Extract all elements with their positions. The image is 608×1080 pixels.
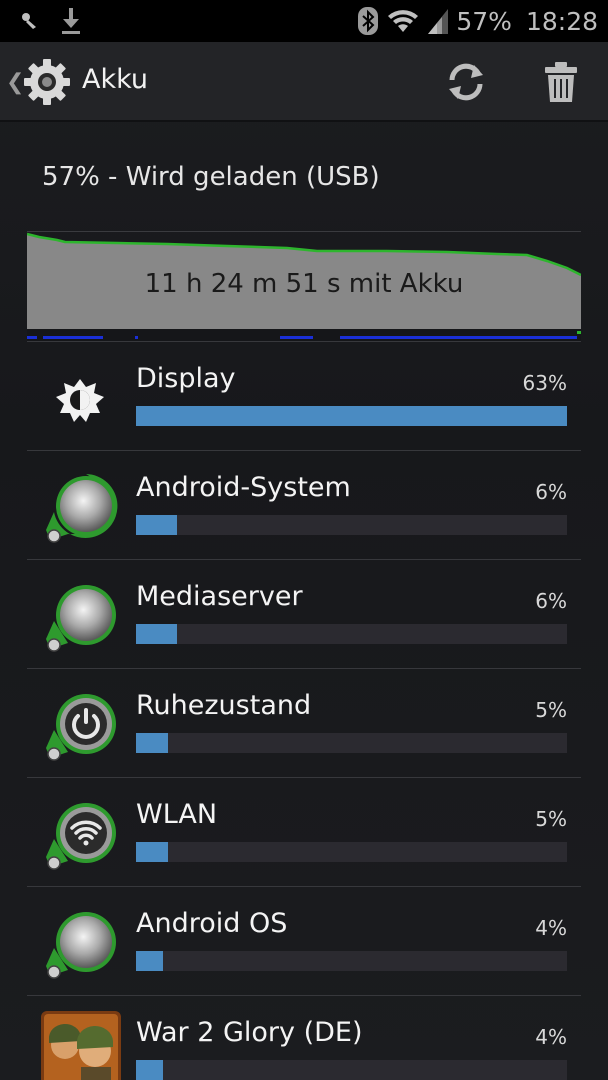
battery-history-graph[interactable]: 11 h 24 m 51 s mit Akku: [26, 231, 582, 342]
usage-bar-fill: [136, 951, 164, 971]
battery-percent: 57%: [456, 6, 512, 36]
usage-bar: [136, 1060, 567, 1080]
app-name: Ruhezustand: [136, 690, 312, 721]
trash-icon[interactable]: [543, 60, 579, 104]
download-icon: [62, 8, 80, 34]
android-os-icon: [46, 912, 116, 979]
app-name: Android OS: [136, 908, 288, 939]
bluetooth-icon: [358, 7, 379, 35]
status-bar: 57% 18:28: [0, 0, 608, 42]
list-item-wlan[interactable]: WLAN 5%: [0, 777, 608, 886]
list-item-android-system[interactable]: Android-System 6%: [0, 450, 608, 559]
app-percent: 5%: [535, 698, 567, 722]
page-title: Akku: [82, 64, 149, 95]
row-divider: [27, 886, 581, 887]
list-item-android-os[interactable]: Android OS 4%: [0, 886, 608, 995]
row-divider: [27, 559, 581, 560]
app-name: Android-System: [136, 472, 351, 503]
settings-gear-icon[interactable]: [22, 57, 72, 107]
brightness-icon: [56, 379, 104, 422]
app-percent: 6%: [535, 480, 567, 504]
app-name: War 2 Glory (DE): [136, 1017, 363, 1048]
usage-bar-fill: [136, 406, 567, 426]
usage-bar-fill: [136, 842, 169, 862]
usage-bar: [136, 951, 567, 971]
app-name: Display: [136, 363, 236, 394]
row-divider: [27, 668, 581, 669]
list-item-display[interactable]: Display 63%: [0, 341, 608, 450]
list-item-war-2-glory[interactable]: War 2 Glory (DE) 4%: [0, 995, 608, 1080]
app-percent: 63%: [522, 371, 567, 395]
game-icon: [41, 1011, 121, 1080]
usage-bar-fill: [136, 733, 169, 753]
usage-bar-fill: [136, 1060, 164, 1080]
charge-status: 57% - Wird geladen (USB): [42, 162, 380, 192]
wifi-icon: [388, 10, 419, 32]
usage-bar: [136, 842, 567, 862]
action-bar: ❮ Akku: [0, 42, 608, 122]
refresh-icon[interactable]: [444, 60, 488, 104]
row-divider: [27, 995, 581, 996]
row-divider: [27, 450, 581, 451]
app-name: Mediaserver: [136, 581, 303, 612]
list-item-mediaserver[interactable]: Mediaserver 6%: [0, 559, 608, 668]
row-divider: [27, 341, 581, 342]
graph-time-label: 11 h 24 m 51 s mit Akku: [144, 269, 464, 299]
usage-bar-fill: [136, 515, 177, 535]
usage-bar: [136, 406, 567, 426]
app-name: WLAN: [136, 799, 218, 830]
usage-bar: [136, 515, 567, 535]
android-system-icon: [46, 474, 118, 543]
clock: 18:28: [525, 6, 598, 36]
app-percent: 6%: [535, 589, 567, 613]
power-icon: [46, 694, 116, 761]
notification-icon: [22, 13, 36, 29]
mediaserver-icon: [46, 585, 116, 652]
usage-bar: [136, 733, 567, 753]
signal-icon: [428, 9, 449, 34]
app-percent: 4%: [535, 1025, 567, 1049]
row-divider: [27, 777, 581, 778]
list-item-ruhezustand[interactable]: Ruhezustand 5%: [0, 668, 608, 777]
app-percent: 5%: [535, 807, 567, 831]
usage-bar-fill: [136, 624, 177, 644]
app-percent: 4%: [535, 916, 567, 940]
wifi-app-icon: [46, 803, 116, 870]
usage-bar: [136, 624, 567, 644]
